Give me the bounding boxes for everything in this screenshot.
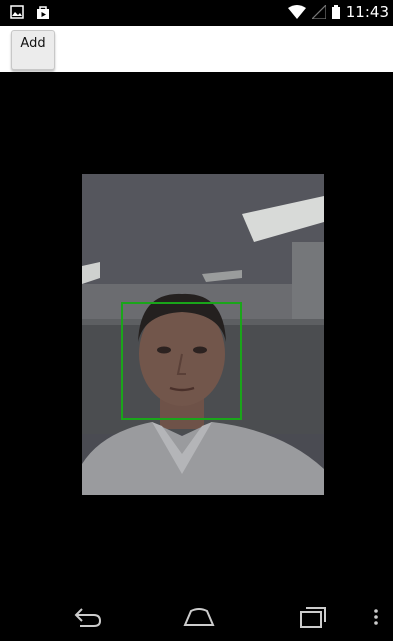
face-detection-box [121, 302, 242, 420]
signal-icon [311, 5, 326, 19]
store-notification-icon [36, 5, 50, 20]
recent-apps-icon[interactable] [298, 605, 328, 629]
status-time: 11:43 [345, 3, 389, 21]
home-icon[interactable] [182, 605, 216, 629]
navigation-bar [0, 597, 393, 641]
back-icon[interactable] [72, 605, 104, 629]
battery-icon [331, 5, 340, 19]
camera-preview [82, 174, 324, 495]
screen: 11:43 Add [0, 0, 393, 641]
wifi-icon [287, 5, 306, 19]
overflow-menu-icon[interactable] [372, 605, 380, 629]
add-button[interactable]: Add [11, 30, 55, 70]
status-bar: 11:43 [0, 0, 393, 26]
image-notification-icon [10, 5, 24, 20]
action-bar: Add [0, 26, 393, 72]
